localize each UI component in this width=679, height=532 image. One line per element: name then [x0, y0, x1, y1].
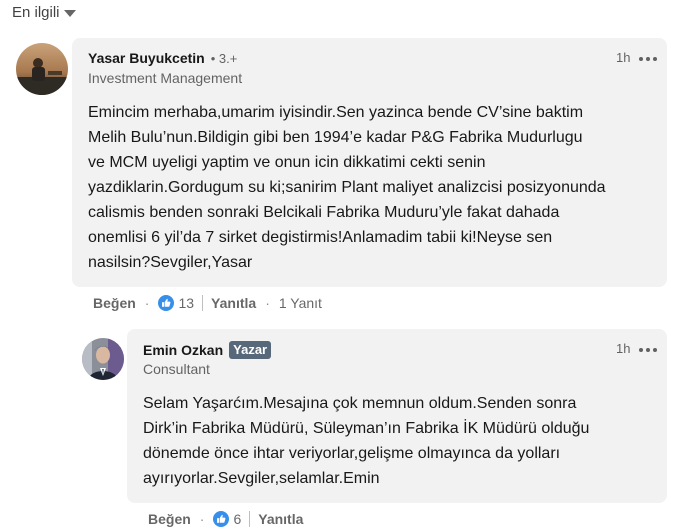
reply-button[interactable]: Yanıtla	[211, 295, 256, 311]
avatar[interactable]	[82, 338, 124, 380]
author-name[interactable]: Emin Ozkan	[143, 342, 223, 358]
separator: ·	[199, 511, 205, 527]
author-badge: Yazar	[229, 341, 272, 359]
more-options-icon[interactable]	[639, 57, 657, 61]
comment-actions: Beğen · 13 Yanıtla · 1 Yanıt	[93, 295, 322, 311]
like-count[interactable]: 13	[178, 295, 194, 311]
divider	[249, 511, 251, 527]
reply-button[interactable]: Yanıtla	[258, 511, 303, 527]
more-options-icon[interactable]	[639, 348, 657, 352]
author-headline: Investment Management	[88, 70, 243, 86]
author-headline: Consultant	[143, 361, 210, 377]
like-button[interactable]: Beğen	[93, 295, 136, 311]
avatar[interactable]	[16, 43, 68, 95]
like-reaction-icon[interactable]	[213, 511, 230, 527]
comment-author-row: Emin Ozkan Yazar	[143, 341, 272, 359]
connection-degree: • 3.+	[210, 50, 238, 66]
separator: ·	[265, 295, 270, 311]
comment-time: 1h	[616, 341, 631, 356]
author-name[interactable]: Yasar Buyukcetin	[88, 50, 205, 66]
comment-text: Emincim merhaba,umarim iyisindir.Sen yaz…	[88, 104, 606, 271]
divider	[202, 295, 204, 311]
caret-down-icon	[63, 9, 76, 17]
sort-dropdown[interactable]: En ilgili	[12, 4, 76, 21]
sort-label: En ilgili	[12, 4, 60, 21]
replies-count[interactable]: 1 Yanıt	[279, 295, 322, 311]
like-reaction-icon[interactable]	[158, 295, 175, 311]
like-button[interactable]: Beğen	[148, 511, 191, 527]
like-count[interactable]: 6	[233, 511, 241, 527]
comment-author-row: Yasar Buyukcetin • 3.+	[88, 50, 237, 66]
comment-actions: Beğen · 6 Yanıtla	[148, 511, 303, 527]
separator: ·	[144, 295, 150, 311]
comment-time: 1h	[616, 50, 631, 65]
comment-text: Selam Yaşarćım.Mesajına çok memnun oldum…	[143, 395, 590, 487]
